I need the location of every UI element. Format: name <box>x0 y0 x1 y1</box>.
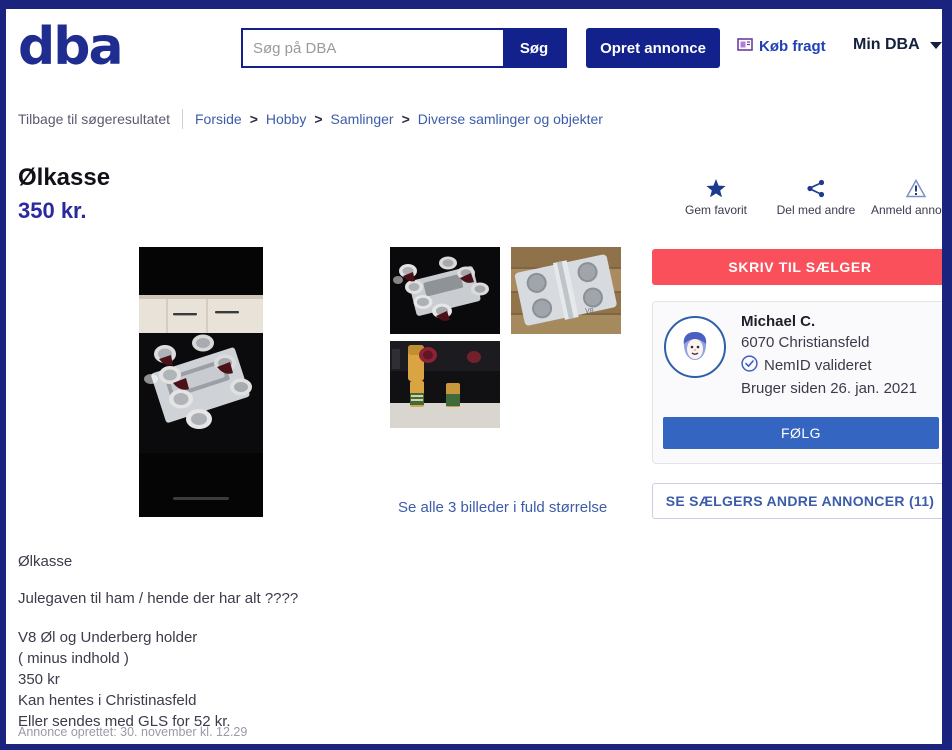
share-icon <box>805 176 827 200</box>
breadcrumb-item-samlinger[interactable]: Samlinger <box>331 111 394 127</box>
thumbnail-1[interactable]: V8 <box>511 247 621 334</box>
report-ad-button[interactable]: Anmeld annonce <box>866 176 942 217</box>
svg-text:V8: V8 <box>585 308 594 315</box>
follow-seller-button[interactable]: FØLG <box>663 417 939 449</box>
seller-validation-label: NemID valideret <box>764 357 872 374</box>
share-label: Del med andre <box>776 203 856 217</box>
see-other-ads-button[interactable]: SE SÆLGERS ANDRE ANNONCER (11) <box>652 483 942 519</box>
create-ad-button[interactable]: Opret annonce <box>586 28 720 68</box>
package-icon <box>737 37 753 56</box>
breadcrumb: Tilbage til søgeresultatet Forside > Hob… <box>18 109 603 129</box>
share-button[interactable]: Del med andre <box>766 176 866 217</box>
check-shield-icon <box>741 355 758 376</box>
save-favorite-label: Gem favorit <box>684 203 747 217</box>
description-line: ( minus indhold ) <box>18 650 129 667</box>
my-dba-label: Min DBA <box>853 36 920 53</box>
buy-shipping-label: Køb fragt <box>759 38 826 55</box>
warning-icon <box>906 176 926 200</box>
thumbnail-2[interactable] <box>390 341 500 428</box>
breadcrumb-separator: > <box>249 111 258 127</box>
ad-created-timestamp: Annonce oprettet: 30. november kl. 12.29 <box>18 725 248 739</box>
my-dba-menu[interactable]: Min DBA <box>853 36 942 54</box>
seller-location: 6070 Christiansfeld <box>741 334 870 351</box>
page-frame: dba Søg Opret annonce Køb fragt Min DBA <box>6 6 942 744</box>
user-avatar-icon <box>683 332 707 360</box>
description-line: 350 kr <box>18 671 60 688</box>
search-bar: Søg <box>241 28 567 68</box>
page-title: Ølkasse <box>18 164 111 191</box>
site-header: dba Søg Opret annonce Køb fragt Min DBA <box>6 6 942 84</box>
description-line: V8 Øl og Underberg holder <box>18 629 198 646</box>
see-all-photos-link[interactable]: Se alle 3 billeder i fuld størrelse <box>398 499 607 516</box>
breadcrumb-separator: > <box>314 111 323 127</box>
main-photo[interactable] <box>139 247 263 517</box>
seller-card: Michael C. 6070 Christiansfeld NemID val… <box>652 301 942 464</box>
description-paragraph: Julegaven til ham / hende der har alt ??… <box>18 590 299 607</box>
seller-info: Michael C. 6070 Christiansfeld NemID val… <box>741 313 917 397</box>
search-button[interactable]: Søg <box>503 30 565 66</box>
report-ad-label: Anmeld annonce <box>870 203 942 217</box>
listing-price: 350 kr. <box>18 198 87 223</box>
breadcrumb-separator: > <box>401 111 410 127</box>
description-paragraph: Ølkasse <box>18 553 73 570</box>
buy-shipping-link[interactable]: Køb fragt <box>737 37 826 56</box>
save-favorite-button[interactable]: Gem favorit <box>666 176 766 217</box>
search-input[interactable] <box>243 30 503 66</box>
breadcrumb-divider <box>182 109 183 129</box>
dba-logo[interactable]: dba <box>18 21 124 73</box>
breadcrumb-item-diverse[interactable]: Diverse samlinger og objekter <box>418 111 603 127</box>
chevron-down-icon <box>929 41 942 49</box>
ad-description: Ølkasse Julegaven til ham / hende der ha… <box>18 553 638 732</box>
description-line: Kan hentes i Christinasfeld <box>18 692 197 709</box>
seller-name: Michael C. <box>741 313 816 330</box>
seller-validation: NemID valideret <box>741 355 917 376</box>
star-icon <box>705 176 727 200</box>
back-to-results-link[interactable]: Tilbage til søgeresultatet <box>18 111 170 127</box>
seller-member-since: Bruger siden 26. jan. 2021 <box>741 380 917 397</box>
contact-seller-button[interactable]: SKRIV TIL SÆLGER <box>652 249 942 285</box>
breadcrumb-item-hobby[interactable]: Hobby <box>266 111 306 127</box>
thumbnail-0[interactable] <box>390 247 500 334</box>
breadcrumb-item-forside[interactable]: Forside <box>195 111 242 127</box>
listing-actions: Gem favorit Del med andre Anmeld anno <box>666 176 942 217</box>
avatar <box>664 316 726 378</box>
